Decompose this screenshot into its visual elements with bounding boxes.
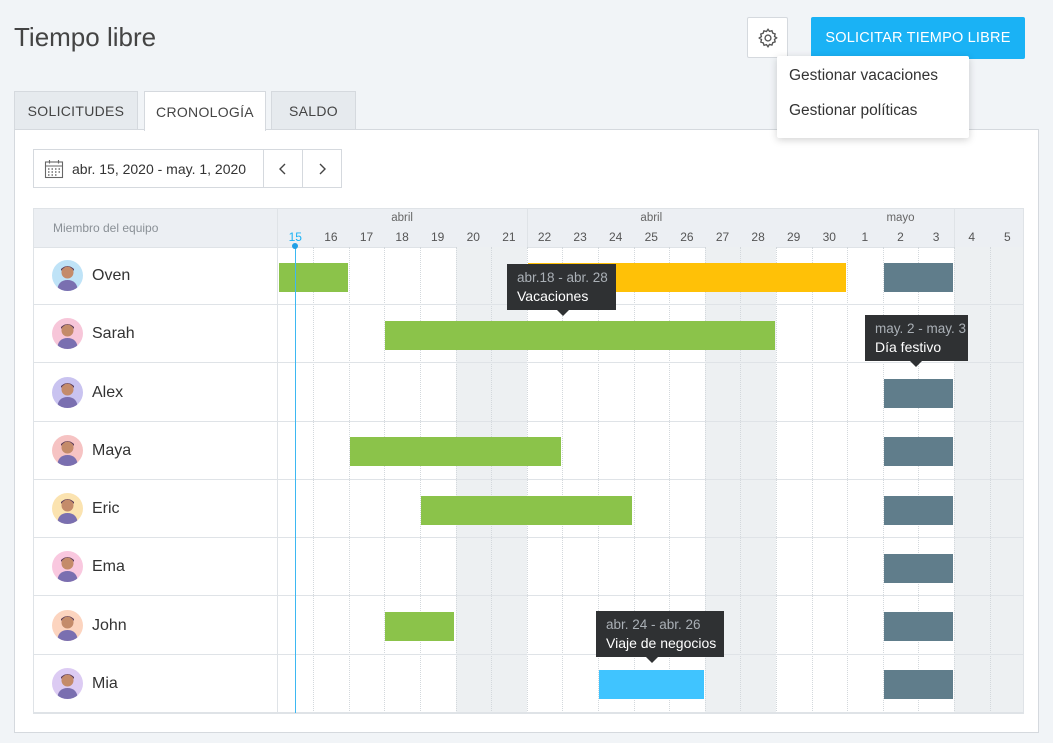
member-name: John bbox=[92, 616, 127, 634]
day-number: 4 bbox=[968, 230, 976, 244]
member-row[interactable]: Alex bbox=[34, 364, 1023, 422]
tooltip: abr.18 - abr. 28 Vacaciones bbox=[507, 264, 616, 316]
settings-dropdown-menu: Gestionar vacaciones Gestionar políticas bbox=[777, 56, 969, 138]
day-number: 2 bbox=[897, 230, 904, 244]
avatar bbox=[52, 493, 83, 524]
day-number: 17 bbox=[359, 230, 374, 244]
day-number: 24 bbox=[609, 230, 623, 244]
next-range-button[interactable] bbox=[302, 150, 341, 187]
date-range-label: abr. 15, 2020 - may. 1, 2020 bbox=[72, 160, 247, 177]
time-off-bar[interactable] bbox=[598, 670, 704, 700]
tooltip: abr. 24 - abr. 26 Viaje de negocios bbox=[596, 611, 724, 663]
day-number: 19 bbox=[431, 230, 445, 244]
menu-item-manage-policies[interactable]: Gestionar políticas bbox=[789, 102, 917, 120]
holiday-bar[interactable] bbox=[883, 670, 953, 700]
day-number: 27 bbox=[715, 230, 730, 244]
day-number: 23 bbox=[573, 230, 587, 244]
day-number: 30 bbox=[822, 230, 836, 244]
avatar bbox=[52, 260, 83, 291]
day-number: 1 bbox=[861, 230, 869, 244]
day-number: 15 bbox=[288, 230, 302, 244]
avatar bbox=[52, 434, 83, 466]
avatar bbox=[52, 609, 83, 641]
day-number: 25 bbox=[644, 230, 658, 244]
avatar bbox=[52, 667, 83, 699]
time-off-bar[interactable] bbox=[420, 495, 633, 525]
time-off-bar[interactable] bbox=[385, 320, 775, 350]
holiday-bar[interactable] bbox=[883, 262, 953, 292]
tooltip-arrow bbox=[557, 310, 569, 316]
tooltip-type: Día festivo bbox=[875, 339, 942, 355]
avatar bbox=[52, 551, 83, 583]
tooltip-arrow bbox=[910, 361, 922, 367]
timeline-header bbox=[34, 209, 1023, 248]
time-off-bar[interactable] bbox=[385, 612, 455, 641]
page-title: Tiempo libre bbox=[14, 22, 157, 52]
month-label: abril bbox=[640, 212, 663, 224]
tooltip-arrow bbox=[646, 657, 658, 663]
holiday-bar[interactable] bbox=[883, 612, 953, 641]
day-number: 22 bbox=[537, 230, 552, 244]
tab-balance[interactable]: SALDO bbox=[271, 91, 356, 129]
day-number: 26 bbox=[680, 230, 694, 244]
time-off-bar[interactable] bbox=[278, 262, 348, 292]
settings-button[interactable] bbox=[747, 17, 788, 58]
tooltip-dates: may. 2 - may. 3 bbox=[875, 321, 967, 336]
member-row[interactable]: Ema bbox=[34, 538, 1023, 597]
member-row[interactable]: Mia bbox=[34, 655, 1023, 713]
member-name: Mia bbox=[92, 674, 118, 692]
previous-range-button[interactable] bbox=[264, 150, 302, 187]
gear-icon bbox=[757, 27, 779, 49]
holiday-bar[interactable] bbox=[883, 495, 953, 525]
month-separator bbox=[526, 209, 528, 247]
tooltip-type: Viaje de negocios bbox=[606, 635, 717, 651]
member-row[interactable]: John bbox=[34, 597, 1023, 655]
tooltip: may. 2 - may. 3 Día festivo bbox=[865, 315, 968, 367]
member-name: Sarah bbox=[92, 325, 135, 343]
time-off-bar[interactable] bbox=[349, 437, 562, 467]
menu-item-manage-vacations[interactable]: Gestionar vacaciones bbox=[789, 67, 938, 85]
date-range-field[interactable]: abr. 15, 2020 - may. 1, 2020 bbox=[34, 150, 265, 187]
day-number: 29 bbox=[787, 230, 801, 244]
member-name: Eric bbox=[92, 500, 120, 517]
member-name: Maya bbox=[92, 441, 132, 459]
calendar-icon bbox=[44, 159, 64, 179]
day-number: 28 bbox=[751, 230, 765, 244]
day-number: 16 bbox=[324, 230, 338, 244]
day-number: 3 bbox=[932, 230, 940, 244]
chevron-right-icon bbox=[317, 163, 327, 175]
date-range-picker: abr. 15, 2020 - may. 1, 2020 bbox=[33, 149, 342, 188]
day-number: 18 bbox=[395, 230, 409, 244]
tooltip-type: Vacaciones bbox=[517, 288, 589, 304]
tab-requests[interactable]: SOLICITUDES bbox=[14, 91, 138, 129]
member-name: Ema bbox=[92, 558, 125, 576]
month-separator bbox=[953, 209, 955, 247]
holiday-bar[interactable] bbox=[883, 437, 953, 467]
tooltip-dates: abr. 24 - abr. 26 bbox=[606, 617, 701, 632]
holiday-bar[interactable] bbox=[883, 553, 953, 583]
member-name: Oven bbox=[92, 267, 131, 284]
day-number: 20 bbox=[466, 230, 480, 244]
tab-timeline[interactable]: CRONOLOGÍA bbox=[144, 91, 266, 131]
member-name: Alex bbox=[92, 383, 124, 401]
request-time-off-button[interactable]: SOLICITAR TIEMPO LIBRE bbox=[811, 17, 1025, 59]
member-column-header: Miembro del equipo bbox=[53, 221, 159, 235]
tooltip-dates: abr.18 - abr. 28 bbox=[517, 270, 608, 285]
month-label: abril bbox=[391, 212, 413, 224]
today-line bbox=[295, 247, 297, 713]
month-label: mayo bbox=[886, 212, 915, 224]
holiday-bar[interactable] bbox=[883, 379, 953, 408]
timeline-grid: Miembro del equipo abril abril mayo 15 16 17 1… bbox=[33, 208, 1024, 714]
avatar bbox=[52, 376, 83, 408]
chevron-left-icon bbox=[278, 163, 288, 175]
day-number: 5 bbox=[1003, 230, 1011, 244]
avatar bbox=[52, 318, 83, 350]
today-dot bbox=[292, 243, 299, 249]
day-number: 21 bbox=[502, 230, 516, 244]
